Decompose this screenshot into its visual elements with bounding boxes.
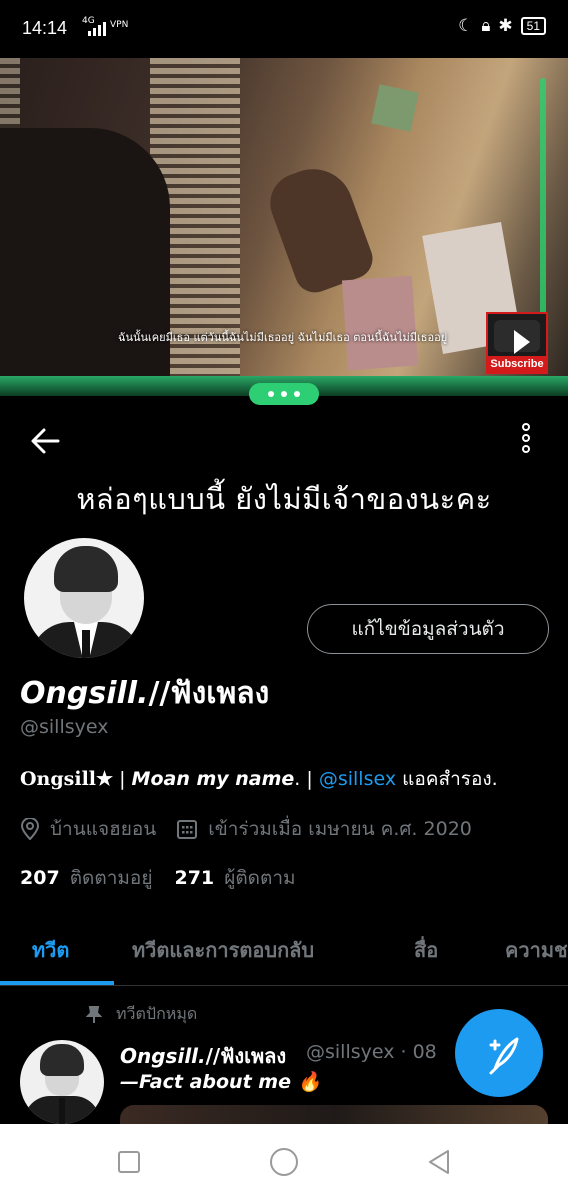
tweet-author-thai: //ฟังเพลง [205,1044,287,1068]
bio-mention-link[interactable]: @sillsex [319,768,396,790]
calendar-icon [177,820,198,839]
nav-recents-icon[interactable] [118,1151,140,1173]
tweet-avatar[interactable] [20,1040,104,1124]
edit-profile-button[interactable]: แก้ไขข้อมูลส่วนตัว [307,604,549,654]
active-tab-indicator [0,981,114,985]
nav-home-icon[interactable] [270,1148,298,1176]
signal-icon [88,22,106,36]
joined-text: เข้าร่วมเมื่อ เมษายน ค.ศ. 2020 [208,818,472,840]
user-handle: @sillsyex [20,716,109,738]
pin-icon [86,1005,102,1023]
bio-part: Moan my name [131,768,295,790]
nav-back-icon[interactable] [426,1148,452,1176]
display-name-thai: //ฟังเพลง [148,676,270,711]
drag-handle[interactable] [249,383,319,405]
status-icons: ☾ 🔒︎ ✱ 51 [458,16,546,36]
photo-on-fridge [341,275,419,371]
back-arrow-icon[interactable] [28,424,62,458]
avatar[interactable] [20,534,148,662]
moon-icon: ☾ [458,16,474,36]
followers-count: 271 [174,867,215,889]
tweet-author-latin: Ongsill. [120,1044,206,1068]
status-bar: 14:14 4G VPN ☾ 🔒︎ ✱ 51 [0,0,568,58]
bluetooth-icon: ✱ [498,16,513,36]
subscribe-label: Subscribe [488,356,546,372]
tweet-author-name[interactable]: Ongsill.//ฟังเพลง [120,1040,286,1072]
more-vertical-icon[interactable] [515,422,537,460]
bio-part: แอคสำรอง. [396,768,498,790]
sticky-note [371,84,419,132]
tab-likes[interactable]: ความช [505,934,568,966]
tab-tweets[interactable]: ทวีต [32,934,69,966]
bio-part: Ongsill★ [20,768,114,790]
profile-tabs: ทวีต ทวีตและการตอบกลับ สื่อ ความช [0,914,568,986]
location-icon [20,818,40,840]
video-subtitle: ฉันนั้นเคยมีเธอ แต่วันนี้ฉันไม่มีเธออยู่… [118,331,448,344]
followers-link[interactable]: 271 ผู้ติดตาม [174,867,317,889]
pinned-label: ทวีตปักหมุด [86,1002,197,1027]
tab-tweets-replies[interactable]: ทวีตและการตอบกลับ [132,934,314,966]
tab-media[interactable]: สื่อ [414,934,438,966]
vpn-indicator: VPN [110,20,129,30]
profile-meta: บ้านแจฮยอน เข้าร่วมเมื่อ เมษายน ค.ศ. 202… [20,814,472,844]
battery-indicator: 51 [520,17,546,35]
lock-icon: 🔒︎ [481,16,491,36]
follow-stats: 207 ติดตามอยู่ 271 ผู้ติดตาม [20,863,318,893]
hand [261,157,379,299]
compose-icon [489,1037,519,1075]
following-count: 207 [20,867,60,889]
compose-button[interactable] [455,1009,543,1097]
profile-headline: หล่อๆแบบนี้ ยังไม่มีเจ้าของนะคะ [76,482,492,516]
pinned-text: ทวีตปักหมุด [116,1004,198,1023]
header-video[interactable]: ฉันนั้นเคยมีเธอ แต่วันนี้ฉันไม่มีเธออยู่… [0,58,568,376]
bio-separator: | [113,768,132,790]
tweet-text: —Fact about me 🔥 [120,1071,322,1093]
display-name: Ongsill.//ฟังเพลง [20,670,269,717]
system-nav-bar [0,1124,568,1200]
green-light [540,78,546,338]
display-name-latin: Ongsill. [20,676,149,711]
play-icon [494,320,540,354]
subscribe-button[interactable]: Subscribe [486,312,548,374]
clock: 14:14 [22,18,68,38]
bio: Ongsill★ | Moan my name. | @sillsex แอคส… [20,764,498,794]
following-label: ติดตามอยู่ [69,867,153,889]
tweet-author-handle: @sillsyex · 08 [306,1041,437,1063]
location-text: บ้านแจฮยอน [50,818,157,840]
bio-separator: . | [294,768,319,790]
followers-label: ผู้ติดตาม [224,867,296,889]
following-link[interactable]: 207 ติดตามอยู่ [20,867,174,889]
